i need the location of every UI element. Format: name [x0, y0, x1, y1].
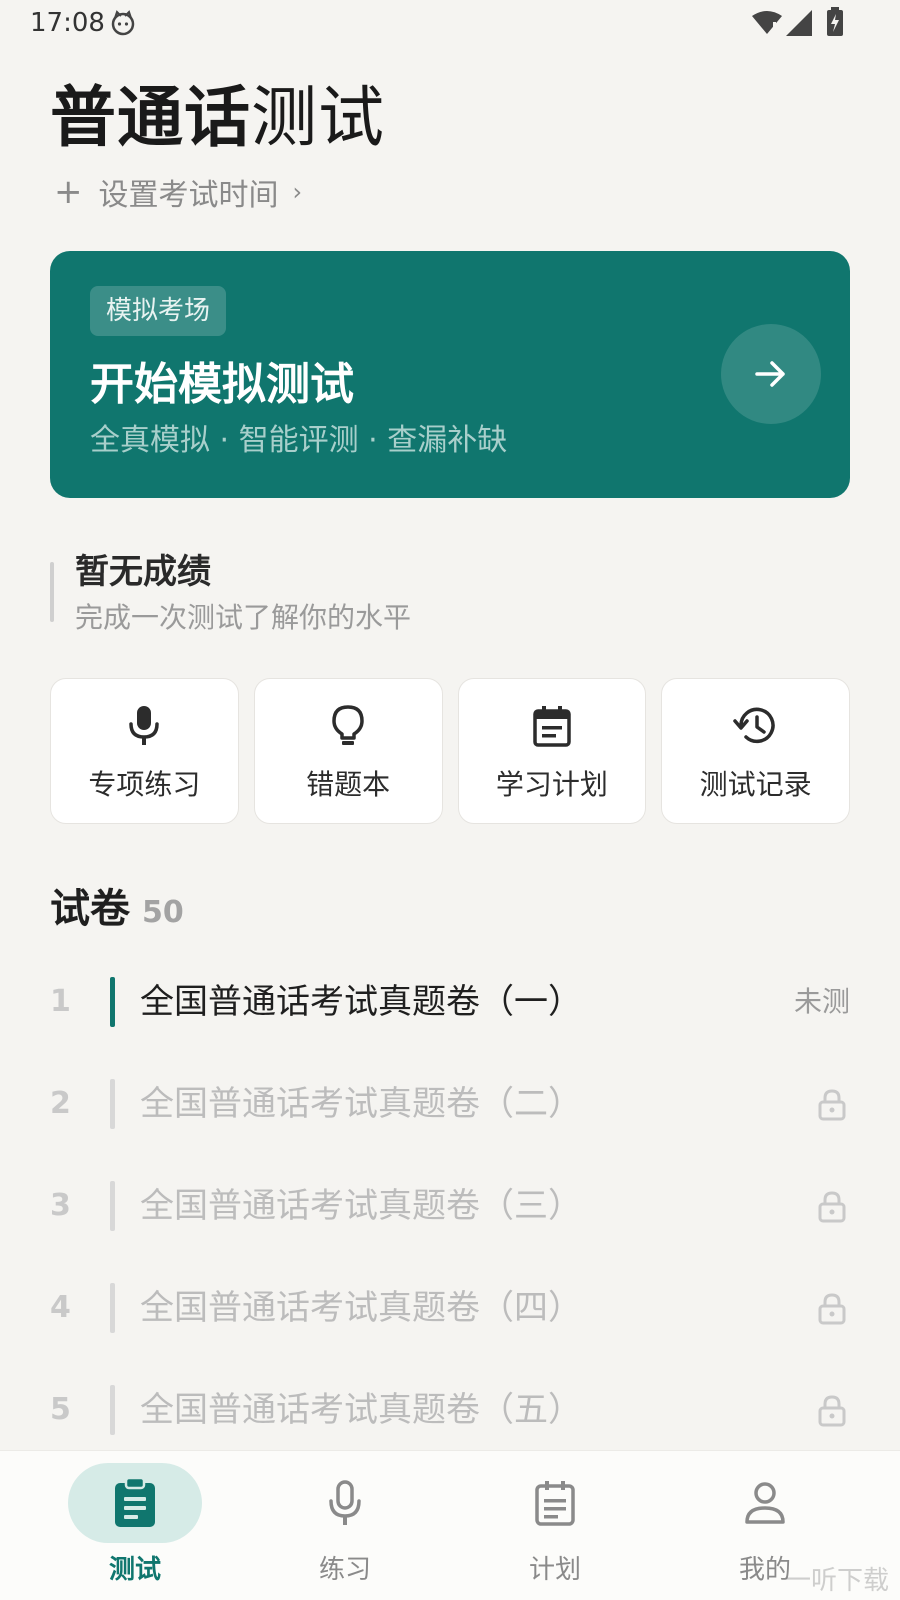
score-accent-bar [50, 562, 54, 622]
tile-special-practice[interactable]: 专项练习 [50, 678, 239, 824]
nav-item-practice[interactable]: 练习 [240, 1451, 450, 1600]
paper-number: 1 [50, 984, 71, 1019]
paper-list: 1 全国普通话考试真题卷（一） 未测 2 全国普通话考试真题卷（二） 3 全国普… [50, 952, 850, 1462]
paper-number: 2 [50, 1086, 71, 1121]
paper-row[interactable]: 4 全国普通话考试真题卷（四） [50, 1258, 850, 1360]
paper-accent-bar [110, 1079, 115, 1129]
history-icon [732, 707, 775, 744]
papers-header: 试卷 50 [50, 876, 184, 934]
mic-icon [329, 1480, 361, 1525]
paper-number: 4 [50, 1290, 71, 1325]
paper-row[interactable]: 5 全国普通话考试真题卷（五） [50, 1360, 850, 1462]
paper-number: 3 [50, 1188, 71, 1223]
calendar-icon [533, 706, 571, 747]
paper-row[interactable]: 2 全国普通话考试真题卷（二） [50, 1054, 850, 1156]
paper-accent-bar [110, 977, 115, 1027]
status-bar: 17:08 [0, 0, 900, 46]
lock-icon [818, 1191, 846, 1223]
paper-status-badge: 未测 [793, 985, 850, 1018]
page-title-light: 测试 [251, 79, 385, 156]
paper-accent-bar [110, 1385, 115, 1435]
paper-row[interactable]: 1 全国普通话考试真题卷（一） 未测 [50, 952, 850, 1054]
start-mock-exam-button[interactable] [721, 324, 821, 424]
paper-name: 全国普通话考试真题卷（二） [140, 1084, 582, 1124]
tile-label: 错题本 [306, 768, 391, 801]
plus-icon: + [54, 172, 83, 212]
lock-icon [818, 1395, 846, 1427]
tile-label: 测试记录 [699, 768, 812, 801]
paper-name: 全国普通话考试真题卷（三） [140, 1186, 582, 1226]
tile-label: 专项练习 [88, 768, 201, 801]
set-exam-time-button[interactable]: + 设置考试时间 › [54, 170, 302, 214]
quick-actions: 专项练习 错题本 学习计划 测试记录 [50, 678, 850, 824]
tile-test-history[interactable]: 测试记录 [661, 678, 850, 824]
paper-name: 全国普通话考试真题卷（一） [140, 982, 582, 1022]
score-subtitle: 完成一次测试了解你的水平 [75, 601, 412, 634]
tile-mistake-book[interactable]: 错题本 [253, 678, 443, 824]
watermark-logo: 一听下载 [785, 1566, 890, 1596]
lock-icon [818, 1089, 846, 1121]
lightbulb-icon [332, 705, 364, 745]
lock-icon [818, 1293, 846, 1325]
paper-accent-bar [110, 1181, 115, 1231]
arrow-right-icon [755, 361, 785, 387]
mic-icon [129, 706, 160, 745]
page-title: 普通话测试 [50, 78, 385, 158]
score-title: 暂无成绩 [75, 552, 211, 592]
nav-item-plan[interactable]: 计划 [450, 1451, 660, 1600]
calendar-icon [535, 1481, 575, 1526]
chevron-right-icon: › [292, 178, 303, 206]
paper-name: 全国普通话考试真题卷（五） [140, 1390, 582, 1430]
mock-exam-card[interactable]: 模拟考场 开始模拟测试 全真模拟 · 智能评测 · 查漏补缺 [50, 251, 850, 498]
tile-study-plan[interactable]: 学习计划 [457, 678, 647, 824]
paper-name: 全国普通话考试真题卷（四） [140, 1288, 582, 1328]
nav-label: 练习 [318, 1555, 371, 1585]
paper-row[interactable]: 3 全国普通话考试真题卷（三） [50, 1156, 850, 1258]
clipboard-icon [115, 1477, 155, 1527]
paper-number: 5 [50, 1392, 71, 1427]
paper-accent-bar [110, 1283, 115, 1333]
mock-exam-title: 开始模拟测试 [90, 359, 354, 410]
nav-label: 测试 [108, 1555, 161, 1585]
nav-label: 计划 [528, 1555, 581, 1585]
wifi-icon [752, 11, 782, 34]
mock-exam-badge: 模拟考场 [90, 286, 227, 336]
papers-count: 50 [142, 895, 184, 930]
mock-exam-subtitle: 全真模拟 · 智能评测 · 查漏补缺 [90, 423, 508, 458]
status-time: 17:08 [30, 8, 105, 38]
papers-title: 试卷 [50, 886, 130, 932]
person-icon [745, 1482, 785, 1524]
battery-charging-icon [827, 7, 843, 36]
signal-icon [786, 10, 812, 36]
tile-label: 学习计划 [495, 768, 608, 801]
bottom-nav: 测试 练习 计划 我的 [0, 1450, 900, 1600]
nav-item-test[interactable]: 测试 [30, 1451, 240, 1600]
set-exam-time-label: 设置考试时间 [98, 178, 279, 213]
page-title-bold: 普通话 [50, 79, 251, 156]
notification-cat-icon [111, 10, 135, 36]
